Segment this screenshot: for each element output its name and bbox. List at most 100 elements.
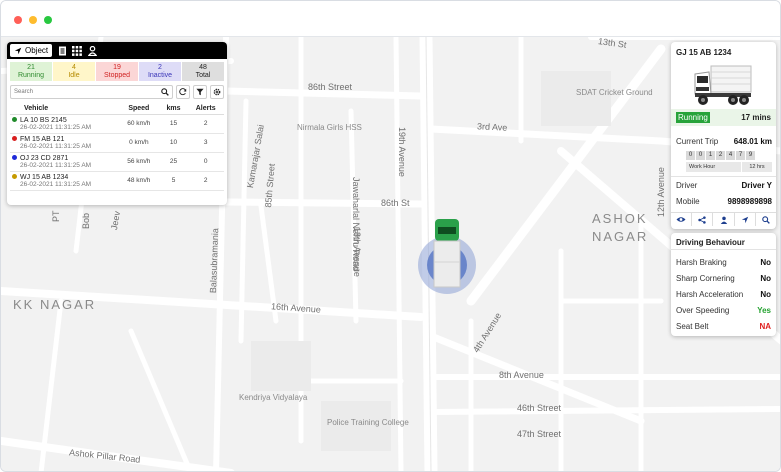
status-idle[interactable]: 4 Idle [53, 62, 95, 81]
vehicle-name: LA 10 BS 2145 [20, 116, 67, 124]
document-icon [58, 46, 66, 55]
share-icon [698, 215, 706, 224]
truck-top-icon [433, 219, 461, 288]
behaviour-row: Sharp Cornering No [671, 270, 776, 286]
work-hour-label: Work Hour [686, 162, 741, 172]
status-count: 19 [113, 64, 121, 71]
view-button[interactable] [671, 213, 693, 226]
navigate-button[interactable] [735, 213, 756, 226]
status-running[interactable]: 21 Running [10, 62, 52, 81]
area-label: ASHOK [592, 211, 648, 226]
vehicle-table: Vehicle Speed kms Alerts LA 10 BS 2145 26… [10, 103, 224, 191]
status-label: Stopped [103, 72, 131, 79]
tab-driver[interactable] [87, 45, 97, 56]
poi-label: Police Training College [327, 418, 409, 427]
grid-icon [72, 45, 83, 56]
vehicle-plate: GJ 15 AB 1234 [676, 48, 732, 57]
search-input[interactable]: Search [10, 85, 173, 99]
detail-actions [671, 212, 776, 226]
status-count: 48 [199, 64, 207, 71]
current-trip-row: Current Trip 648.01 km [676, 137, 772, 146]
mobile-value: 9898989898 [727, 197, 773, 206]
minimize-window-button[interactable] [29, 16, 37, 24]
tab-object[interactable]: Object [10, 44, 53, 57]
status-dot-icon [12, 136, 17, 142]
vehicle-speed: 0 km/h [118, 133, 160, 153]
behaviour-value: Yes [757, 305, 771, 315]
divider [671, 176, 776, 177]
vehicle-speed: 48 km/h [118, 171, 160, 191]
vehicle-timestamp: 26-02-2021 11:31:25 AM [20, 180, 92, 188]
odometer-digit: 4 [726, 151, 735, 160]
zoom-icon [762, 215, 770, 224]
navigation-arrow-icon [741, 216, 748, 223]
behaviour-label: Harsh Acceleration [676, 289, 744, 299]
driver-value: Driver Y [741, 181, 772, 190]
settings-button[interactable] [210, 85, 224, 99]
column-header-kms[interactable]: kms [159, 103, 188, 115]
area-label: KK NAGAR [13, 297, 97, 312]
app-window: KK NAGAR ASHOK NAGAR 13th St 86th Street… [0, 0, 781, 472]
table-row[interactable]: LA 10 BS 2145 26-02-2021 11:31:25 AM 60 k… [10, 114, 224, 134]
zoom-button[interactable] [756, 213, 776, 226]
table-row[interactable]: OJ 23 CD 2871 26-02-2021 11:31:25 AM 56 k… [10, 152, 224, 172]
work-hour-value: 12 hrs [742, 162, 772, 172]
person-icon [720, 216, 727, 224]
current-trip-value: 648.01 km [733, 137, 772, 146]
driving-behaviour-panel: Driving Behaviour Harsh Braking No Sharp … [671, 233, 776, 336]
street-label: 47th Street [517, 429, 562, 439]
status-dot-icon [12, 174, 17, 180]
column-header-speed[interactable]: Speed [118, 103, 160, 115]
driver-button[interactable] [713, 213, 735, 226]
table-row[interactable]: WJ 15 AB 1234 26-02-2021 11:31:25 AM 48 k… [10, 171, 224, 191]
tab-reports[interactable] [57, 46, 67, 56]
odometer-digit: 9 [746, 151, 755, 160]
refresh-button[interactable] [176, 85, 190, 99]
driver-row: Driver Driver Y [676, 181, 772, 190]
vehicle-kms: 10 [159, 133, 188, 153]
poi-label: Kendriya Vidyalaya [239, 393, 308, 402]
behaviour-title: Driving Behaviour [671, 233, 776, 250]
close-window-button[interactable] [14, 16, 22, 24]
status-dot-icon [12, 117, 17, 123]
object-panel: Object 21 Running 4 Idle 19 Stopped 2 Inacti… [7, 42, 227, 205]
eye-icon [676, 217, 686, 222]
street-label: 46th Street [517, 403, 562, 413]
status-total[interactable]: 48 Total [182, 62, 224, 81]
odometer-digit: 0 [696, 151, 705, 160]
vehicle-detail-panel: GJ 15 AB 1234 Running 17 mins Current Tr… [671, 42, 776, 229]
vehicle-marker[interactable] [413, 217, 483, 307]
vehicle-alerts: 2 [187, 171, 224, 191]
street-label: 18th Avenue [352, 227, 362, 277]
search-icon[interactable] [161, 88, 169, 96]
person-icon [87, 45, 97, 56]
behaviour-label: Harsh Braking [676, 257, 727, 267]
search-placeholder: Search [14, 89, 34, 95]
table-header-row: Vehicle Speed kms Alerts [10, 103, 224, 115]
share-button[interactable] [692, 213, 714, 226]
status-duration: 17 mins [741, 113, 771, 122]
status-label: Inactive [147, 72, 173, 79]
vehicle-kms: 15 [159, 114, 188, 134]
behaviour-value: No [760, 289, 771, 299]
status-stopped[interactable]: 19 Stopped [96, 62, 138, 81]
filter-button[interactable] [193, 85, 207, 99]
vehicle-timestamp: 26-02-2021 11:31:25 AM [20, 123, 92, 131]
object-panel-tabs: Object [7, 42, 227, 59]
status-label: Running [17, 72, 45, 79]
vehicle-alerts: 2 [187, 114, 224, 134]
maximize-window-button[interactable] [44, 16, 52, 24]
street-label: 3rd Ave [476, 121, 508, 133]
street-label: PT [51, 210, 61, 222]
vehicle-timestamp: 26-02-2021 11:31:25 AM [20, 142, 92, 150]
status-count: 21 [27, 64, 35, 71]
column-header-vehicle[interactable]: Vehicle [10, 103, 118, 115]
current-trip-label: Current Trip [676, 137, 719, 146]
status-inactive[interactable]: 2 Inactive [139, 62, 181, 81]
driver-label: Driver [676, 181, 698, 190]
table-row[interactable]: FM 15 AB 121 26-02-2021 11:31:25 AM 0 km/… [10, 133, 224, 153]
tab-grid[interactable] [72, 45, 83, 56]
vehicle-alerts: 0 [187, 152, 224, 172]
column-header-alerts[interactable]: Alerts [187, 103, 224, 115]
street-label: 19th Avenue [397, 127, 407, 177]
